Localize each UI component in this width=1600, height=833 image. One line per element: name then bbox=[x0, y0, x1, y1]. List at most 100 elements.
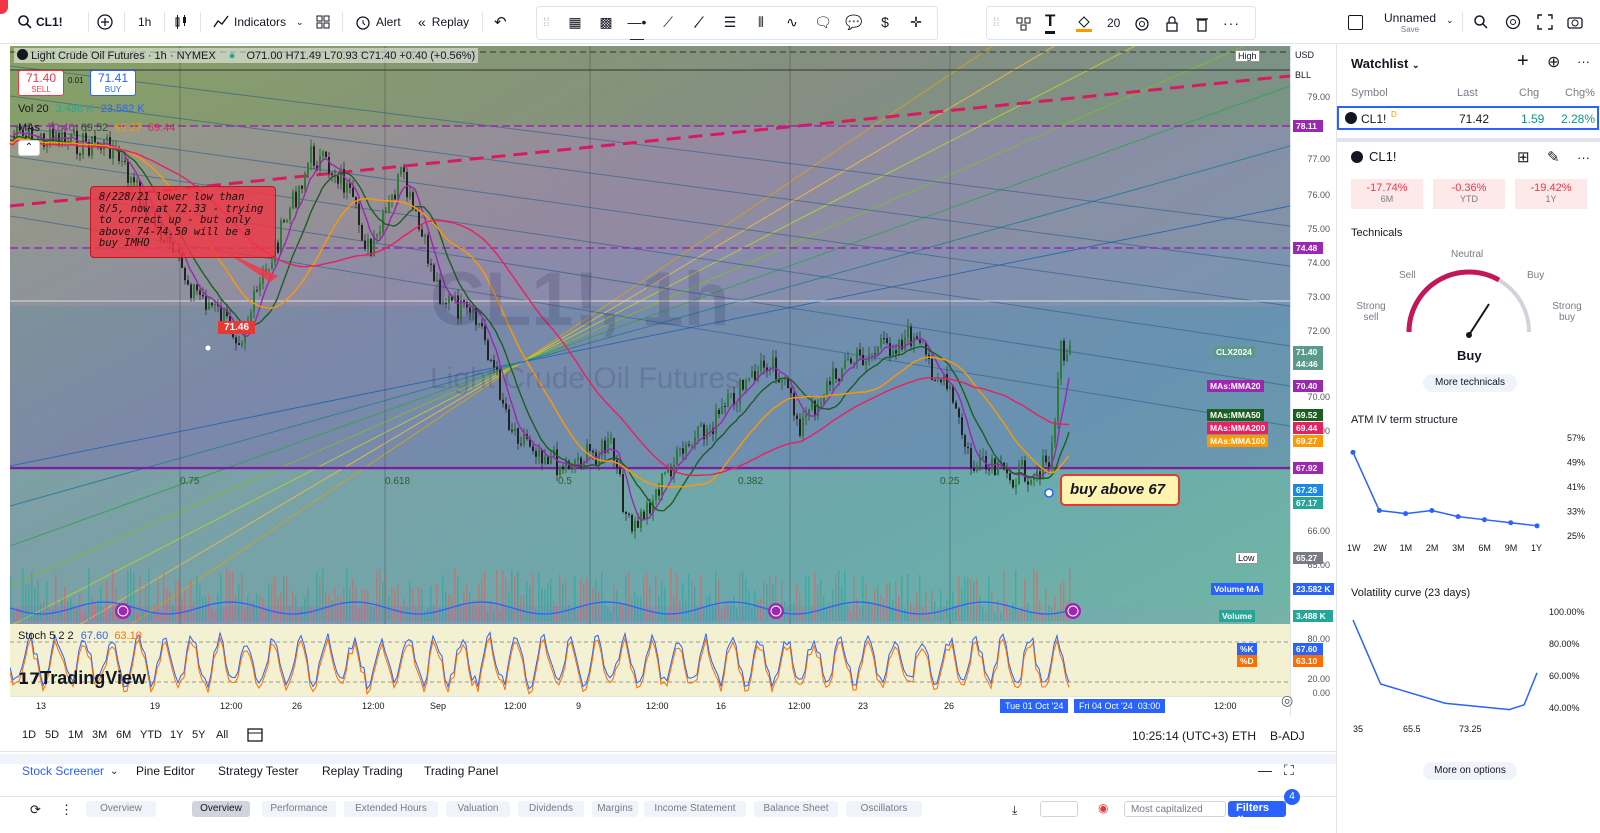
watchlist-settings-icon[interactable]: ⊕ bbox=[1547, 52, 1560, 72]
col-symbol[interactable]: Symbol bbox=[1351, 87, 1388, 99]
currency-label[interactable]: USD bbox=[1295, 50, 1314, 60]
panel-divider[interactable] bbox=[0, 754, 1336, 764]
trend-line-icon[interactable]: ⟋ bbox=[656, 14, 680, 31]
more-options-button[interactable]: More on options bbox=[1423, 762, 1517, 780]
col-chg[interactable]: Chg bbox=[1519, 87, 1539, 99]
timeframe-all[interactable]: All bbox=[216, 729, 228, 741]
fullscreen-icon[interactable] bbox=[1536, 10, 1554, 34]
layout-checkbox[interactable] bbox=[1348, 10, 1363, 34]
bottom-tab[interactable]: Stock Screener bbox=[22, 764, 104, 778]
screener-tab[interactable]: Overview bbox=[86, 801, 156, 817]
price-flag[interactable]: 71.46 bbox=[218, 321, 256, 334]
chart-type-button[interactable] bbox=[172, 10, 190, 34]
more-vertical-icon[interactable]: ⋮ bbox=[60, 802, 73, 818]
symbol-search-button[interactable]: CL1! bbox=[16, 10, 63, 34]
price-scale[interactable]: USD BLL High Low 79.00 77.00 76.00 75.00 74.… bbox=[1207, 46, 1336, 716]
mas-legend[interactable]: MAs 70.40 69.52 69.27 69.44 bbox=[18, 122, 175, 134]
timeframe-6m[interactable]: 6M bbox=[116, 729, 131, 741]
price-label-icon[interactable]: $ bbox=[873, 14, 897, 30]
screener-tab[interactable]: Margins bbox=[592, 801, 638, 817]
quick-search-icon[interactable] bbox=[1472, 10, 1490, 34]
session-toggle[interactable]: ETH bbox=[1232, 729, 1256, 743]
settings-icon[interactable] bbox=[1133, 15, 1151, 36]
screener-tab[interactable]: Oscillators bbox=[846, 801, 922, 817]
alert-button[interactable]: Alert bbox=[354, 10, 401, 34]
col-last[interactable]: Last bbox=[1457, 87, 1478, 99]
grid-icon[interactable]: ⊞ bbox=[1517, 148, 1530, 166]
camera-icon[interactable] bbox=[1566, 10, 1584, 34]
screener-tab[interactable]: Dividends bbox=[518, 801, 584, 817]
details-symbol[interactable]: CL1! bbox=[1369, 149, 1396, 164]
collapse-legend-button[interactable]: ⌃ bbox=[18, 140, 40, 156]
bottom-tab[interactable]: Strategy Tester bbox=[218, 764, 298, 778]
comment-icon[interactable]: 🗨 bbox=[811, 14, 835, 31]
filters-button[interactable]: Filters ⇅ bbox=[1228, 801, 1286, 827]
adjustment-toggle[interactable]: B-ADJ bbox=[1270, 729, 1305, 743]
timeframe-1y[interactable]: 1Y bbox=[170, 729, 183, 741]
lock-icon[interactable] bbox=[1163, 15, 1181, 36]
timeframe-1m[interactable]: 1M bbox=[68, 729, 83, 741]
timeframe-1d[interactable]: 1D bbox=[22, 729, 36, 741]
interval-button[interactable]: 1h bbox=[138, 10, 151, 34]
gann-icon[interactable]: ⫴ bbox=[749, 14, 773, 31]
sell-button[interactable]: 71.40 SELL bbox=[18, 70, 64, 96]
fib-icon[interactable]: ☰ bbox=[718, 14, 742, 31]
indicators-button[interactable]: Indicators ⌄ bbox=[212, 10, 304, 34]
flag-icon[interactable]: ◉ bbox=[1098, 801, 1108, 815]
maximize-icon[interactable]: ⛶ bbox=[1284, 762, 1294, 779]
screener-tab[interactable]: Income Statement bbox=[644, 801, 746, 817]
clock[interactable]: 10:25:14 (UTC+3) bbox=[1132, 729, 1228, 743]
trash-icon[interactable] bbox=[1193, 15, 1211, 36]
timeframe-5y[interactable]: 5Y bbox=[192, 729, 205, 741]
panel-resize-handle[interactable] bbox=[1337, 138, 1600, 142]
more-icon[interactable]: ··· bbox=[1223, 15, 1240, 31]
layout-name-button[interactable]: Unnamed Save bbox=[1384, 12, 1436, 36]
watchlist-row[interactable]: CL1! D 71.42 1.59 2.28% bbox=[1337, 106, 1599, 130]
timeframe-ytd[interactable]: YTD bbox=[140, 729, 162, 741]
atm-iv-title[interactable]: ATM IV term structure bbox=[1351, 414, 1458, 426]
tradingview-logo[interactable]: 𝟭𝟳TradingView bbox=[18, 668, 146, 689]
screener-tab[interactable]: Extended Hours bbox=[344, 801, 438, 817]
templates-button[interactable] bbox=[314, 10, 332, 34]
time-axis[interactable]: 13 19 12:00 26 12:00 Sep 12:00 9 12:00 16 12:00 23 2… bbox=[10, 696, 1290, 716]
text-color-icon[interactable]: T bbox=[1045, 11, 1056, 34]
pitchfork-icon[interactable]: ⟋̸ bbox=[687, 14, 711, 31]
font-size-value[interactable]: 20 bbox=[1107, 16, 1120, 30]
col-chgp[interactable]: Chg% bbox=[1565, 87, 1595, 99]
screener-tab[interactable]: Overview bbox=[192, 801, 250, 817]
chevron-down-icon[interactable]: ⌄ bbox=[1446, 15, 1454, 26]
minimize-icon[interactable]: — bbox=[1258, 762, 1272, 778]
more-technicals-button[interactable]: More technicals bbox=[1423, 374, 1517, 392]
refresh-icon[interactable]: ⟳ bbox=[30, 802, 41, 818]
callout-icon[interactable]: 💬 bbox=[842, 14, 866, 31]
watchlist-title[interactable]: Watchlist ⌄ bbox=[1351, 56, 1419, 71]
screener-tab[interactable]: Balance Sheet bbox=[754, 801, 838, 817]
bottom-tab[interactable]: Trading Panel bbox=[424, 764, 498, 778]
chart-legend-title[interactable]: Light Crude Oil Futures · 1h · NYMEX ● O… bbox=[14, 48, 479, 63]
sort-select[interactable]: Most capitalized bbox=[1124, 801, 1226, 817]
object-tree-icon[interactable] bbox=[1015, 15, 1033, 36]
drag-handle-icon[interactable]: ⁞⁞ bbox=[993, 15, 1000, 29]
chart-settings-icon[interactable] bbox=[1504, 10, 1522, 34]
volume-legend[interactable]: Vol 20 3.488 K 23.582 K bbox=[18, 103, 145, 115]
edit-icon[interactable]: ✎ bbox=[1547, 148, 1560, 166]
chevron-down-icon[interactable]: ⌄ bbox=[110, 766, 118, 777]
chart-pane[interactable]: CL1!, 1h Light Crude Oil Futures Light C… bbox=[10, 46, 1290, 716]
volatility-curve-title[interactable]: Volatility curve (23 days) bbox=[1351, 587, 1470, 599]
wave-icon[interactable]: ∿ bbox=[780, 14, 804, 31]
compare-button[interactable] bbox=[96, 10, 114, 34]
more-icon[interactable]: ··· bbox=[1577, 54, 1590, 69]
technicals-title[interactable]: Technicals bbox=[1351, 227, 1402, 239]
annotation-callout[interactable]: 8/228/21 lower low than 8/5, now at 72.3… bbox=[90, 186, 276, 258]
add-symbol-icon[interactable]: + bbox=[1517, 50, 1529, 73]
grid-icon[interactable]: ▦ bbox=[563, 14, 587, 31]
auto-scale-icon[interactable]: ◎ bbox=[1281, 692, 1293, 709]
date-range-icon[interactable] bbox=[246, 725, 264, 746]
performance-box[interactable]: -0.36% YTD bbox=[1433, 179, 1505, 209]
timeframe-3m[interactable]: 3M bbox=[92, 729, 107, 741]
screener-tab[interactable]: Performance bbox=[262, 801, 336, 817]
drag-handle-icon[interactable]: ⁞⁞ bbox=[543, 15, 550, 29]
unit-label[interactable]: BLL bbox=[1295, 70, 1311, 80]
buy-button[interactable]: 71.41 BUY bbox=[90, 70, 136, 96]
download-icon[interactable]: ⤓ bbox=[1012, 803, 1017, 818]
